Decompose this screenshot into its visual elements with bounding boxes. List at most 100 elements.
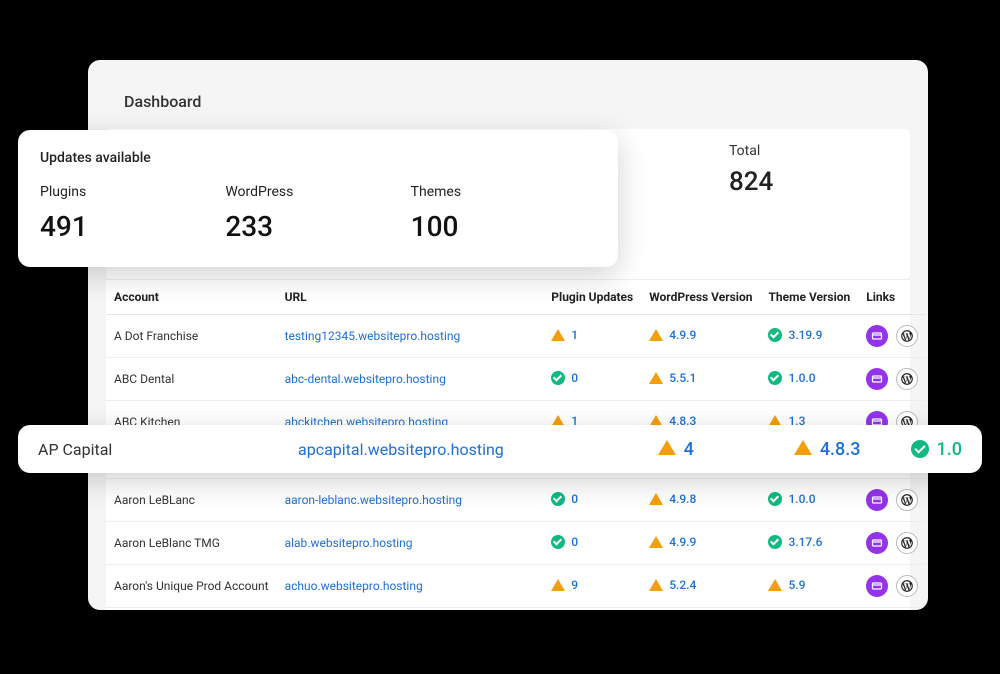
card-link-icon[interactable]: [866, 489, 888, 511]
cell-theme: 5.9: [760, 565, 858, 608]
card-link-icon[interactable]: [866, 532, 888, 554]
table-header-row: Account URL Plugin Updates WordPress Ver…: [106, 280, 926, 315]
cell-theme: 3.17.6: [760, 522, 858, 565]
updates-available-card: Updates available Plugins 491 WordPress …: [18, 130, 618, 267]
cell-plugin: 0: [543, 522, 641, 565]
warning-icon: [649, 371, 663, 385]
table-row[interactable]: Adam's Taphouse and Grilleadam-s-taphous…: [106, 608, 926, 611]
cell-theme: 2.2: [760, 608, 858, 611]
warning-icon: [768, 578, 782, 592]
url-link[interactable]: aaron-leblanc.websitepro.hosting: [285, 493, 462, 507]
header-links[interactable]: Links: [858, 280, 926, 315]
updates-themes: Themes 100: [411, 184, 596, 243]
cell-account: A Dot Franchise: [106, 315, 277, 358]
summary-total-label: Total: [729, 143, 890, 159]
highlight-account: AP Capital: [38, 440, 238, 459]
cell-theme: 1.0.0: [760, 479, 858, 522]
cell-links: [858, 522, 926, 565]
cell-url: achuo.websitepro.hosting: [277, 565, 544, 608]
cell-wp: 4.9.9: [641, 522, 760, 565]
header-plugin[interactable]: Plugin Updates: [543, 280, 641, 315]
wordpress-link-icon[interactable]: [896, 325, 918, 347]
updates-wp-value: 233: [225, 210, 410, 243]
cell-account: Aaron LeBLanc: [106, 479, 277, 522]
highlight-wp: 4.8.3: [794, 439, 861, 460]
url-link[interactable]: achuo.websitepro.hosting: [285, 579, 423, 593]
cell-url: alab.websitepro.hosting: [277, 522, 544, 565]
updates-themes-label: Themes: [411, 184, 596, 200]
updates-plugins-value: 491: [40, 210, 225, 243]
wordpress-link-icon[interactable]: [896, 489, 918, 511]
card-link-icon[interactable]: [866, 575, 888, 597]
card-link-icon[interactable]: [866, 325, 888, 347]
cell-url: adam-s-taphouse-and-grille.websitepro.ho…: [277, 608, 544, 611]
check-icon: [768, 328, 782, 342]
card-link-icon[interactable]: [866, 368, 888, 390]
warning-icon: [794, 439, 812, 460]
cell-plugin: 0: [543, 479, 641, 522]
header-theme[interactable]: Theme Version: [760, 280, 858, 315]
cell-plugin: 1: [543, 315, 641, 358]
cell-wp: 5.2.4: [641, 608, 760, 611]
check-icon: [768, 535, 782, 549]
warning-icon: [649, 328, 663, 342]
highlight-theme-value: 1.0: [937, 439, 962, 460]
cell-plugin: 0: [543, 358, 641, 401]
cell-links: [858, 608, 926, 611]
updates-wp-label: WordPress: [225, 184, 410, 200]
cell-links: [858, 358, 926, 401]
cell-theme: 1.0.0: [760, 358, 858, 401]
cell-plugin: 0: [543, 608, 641, 611]
url-link[interactable]: testing12345.websitepro.hosting: [285, 329, 461, 343]
cell-url: aaron-leblanc.websitepro.hosting: [277, 479, 544, 522]
cell-account: Adam's Taphouse and Grille: [106, 608, 277, 611]
summary-total: Total 824: [709, 143, 910, 263]
summary-total-value: 824: [729, 167, 890, 197]
header-account[interactable]: Account: [106, 280, 277, 315]
table-row[interactable]: Aaron LeBLanc aaron-leblanc.websitepro.ho…: [106, 479, 926, 522]
cell-url: testing12345.websitepro.hosting: [277, 315, 544, 358]
updates-themes-value: 100: [411, 210, 596, 243]
warning-icon: [649, 492, 663, 506]
updates-card-title: Updates available: [40, 150, 596, 166]
cell-wp: 4.9.8: [641, 479, 760, 522]
page-title: Dashboard: [88, 88, 928, 129]
check-icon: [768, 492, 782, 506]
highlight-plugin: 4: [658, 439, 694, 460]
cell-wp: 4.9.9: [641, 315, 760, 358]
cell-account: ABC Dental: [106, 358, 277, 401]
updates-plugins-label: Plugins: [40, 184, 225, 200]
updates-plugins: Plugins 491: [40, 184, 225, 243]
cell-plugin: 9: [543, 565, 641, 608]
wordpress-link-icon[interactable]: [896, 532, 918, 554]
check-icon: [551, 535, 565, 549]
cell-theme: 3.19.9: [760, 315, 858, 358]
warning-icon: [551, 578, 565, 592]
highlight-wp-value: 4.8.3: [820, 439, 861, 460]
cell-account: Aaron's Unique Prod Account: [106, 565, 277, 608]
highlight-row-card: AP Capital apcapital.websitepro.hosting …: [18, 425, 982, 473]
check-icon: [551, 492, 565, 506]
cell-url: abc-dental.websitepro.hosting: [277, 358, 544, 401]
table-row[interactable]: Aaron LeBlanc TMG alab.websitepro.hosting…: [106, 522, 926, 565]
highlight-plugin-value: 4: [684, 439, 694, 460]
url-link[interactable]: alab.websitepro.hosting: [285, 536, 413, 550]
highlight-url[interactable]: apcapital.websitepro.hosting: [298, 440, 598, 459]
cell-links: [858, 315, 926, 358]
cell-links: [858, 565, 926, 608]
header-wp[interactable]: WordPress Version: [641, 280, 760, 315]
highlight-theme: 1.0: [911, 439, 962, 460]
table-row[interactable]: ABC Dental abc-dental.websitepro.hosting 0…: [106, 358, 926, 401]
header-url[interactable]: URL: [277, 280, 544, 315]
cell-wp: 5.2.4: [641, 565, 760, 608]
wordpress-link-icon[interactable]: [896, 368, 918, 390]
wordpress-link-icon[interactable]: [896, 575, 918, 597]
cell-account: Aaron LeBlanc TMG: [106, 522, 277, 565]
warning-icon: [658, 439, 676, 460]
table-row[interactable]: A Dot Franchise testing12345.websitepro.h…: [106, 315, 926, 358]
table-row[interactable]: Aaron's Unique Prod Account achuo.website…: [106, 565, 926, 608]
updates-wordpress: WordPress 233: [225, 184, 410, 243]
warning-icon: [649, 535, 663, 549]
check-icon: [551, 371, 565, 385]
url-link[interactable]: abc-dental.websitepro.hosting: [285, 372, 446, 386]
